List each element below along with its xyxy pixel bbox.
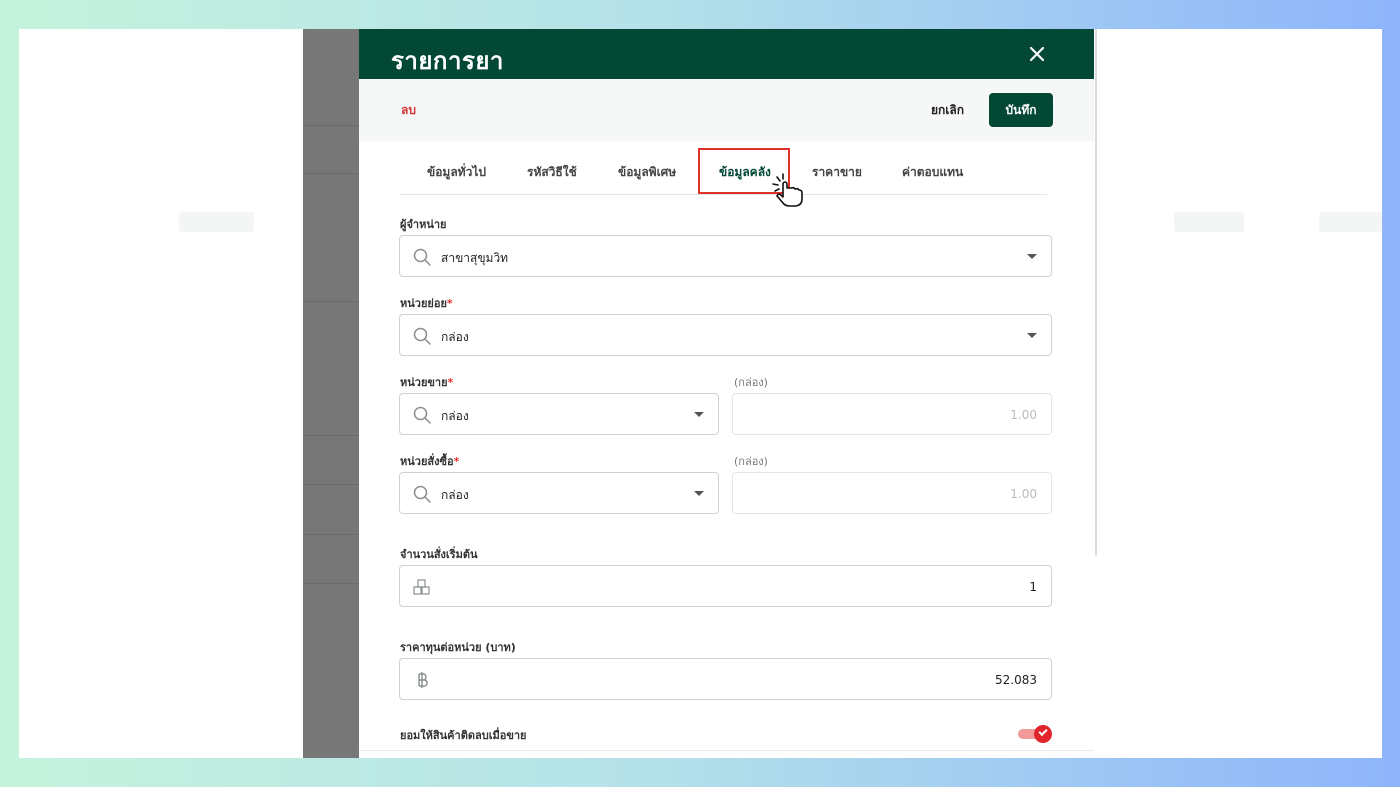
background-placeholder [1174, 212, 1244, 232]
order-unit-label: หน่วยสั่งซื้อ* [400, 455, 460, 468]
order-unit-ratio-input[interactable]: 1.00 [732, 472, 1052, 514]
sub-unit-value: กล่อง [441, 330, 469, 344]
screen-frame: รายการยา ลบ ยกเลิก บันทึก ข้อมูลทั่วไป ร… [19, 29, 1382, 758]
cancel-button[interactable]: ยกเลิก [931, 101, 964, 120]
background-placeholder [1319, 212, 1382, 232]
tab-bar: ข้อมูลทั่วไป รหัสวิธีใช้ ข้อมูลพิเศษ ข้อ… [399, 147, 1047, 195]
divider [359, 750, 1094, 751]
chevron-down-icon[interactable] [694, 412, 704, 417]
tab-general[interactable]: ข้อมูลทั่วไป [427, 163, 486, 182]
sale-unit-ratio-input[interactable]: 1.00 [732, 393, 1052, 435]
modal-header: รายการยา [359, 29, 1094, 79]
unit-cost-label: ราคาทุนต่อหน่วย (บาท) [400, 641, 516, 654]
distributor-label: ผู้จำหน่าย [400, 218, 447, 231]
search-icon [413, 485, 431, 503]
allow-negative-stock-label: ยอมให้สินค้าติดลบเมื่อขาย [400, 729, 527, 742]
initial-order-qty-label: จำนวนสั่งเริ่มต้น [400, 548, 478, 561]
baht-icon [418, 672, 428, 688]
boxes-icon [413, 579, 430, 595]
order-unit-ratio-value: 1.00 [1010, 487, 1037, 501]
tab-inventory[interactable]: ข้อมูลคลัง [719, 163, 771, 182]
sale-unit-value: กล่อง [441, 409, 469, 423]
search-icon [413, 406, 431, 424]
tab-selling-price[interactable]: ราคาขาย [812, 163, 862, 182]
medicine-modal: รายการยา ลบ ยกเลิก บันทึก ข้อมูลทั่วไป ร… [359, 29, 1094, 758]
delete-button[interactable]: ลบ [401, 101, 416, 120]
sale-unit-ratio-value: 1.00 [1010, 408, 1037, 422]
tab-special[interactable]: ข้อมูลพิเศษ [618, 163, 676, 182]
distributor-select[interactable]: สาขาสุขุมวิท [399, 235, 1052, 277]
sub-unit-label: หน่วยย่อย* [400, 297, 453, 310]
sale-unit-label: หน่วยขาย* [400, 376, 454, 389]
sub-unit-select[interactable]: กล่อง [399, 314, 1052, 356]
initial-order-qty-value: 1 [1029, 580, 1037, 594]
unit-cost-value: 52.083 [995, 673, 1037, 687]
distributor-value: สาขาสุขุมวิท [441, 251, 509, 265]
initial-order-qty-input[interactable]: 1 [399, 565, 1052, 607]
modal-scrollbar[interactable] [1095, 29, 1097, 556]
tab-compensation[interactable]: ค่าตอบแทน [902, 163, 963, 182]
search-icon [413, 248, 431, 266]
chevron-down-icon[interactable] [1027, 333, 1037, 338]
order-unit-ratio-label: (กล่อง) [734, 455, 768, 468]
sale-unit-ratio-label: (กล่อง) [734, 376, 768, 389]
sale-unit-select[interactable]: กล่อง [399, 393, 719, 435]
close-icon[interactable] [1024, 41, 1050, 67]
modal-title: รายการยา [391, 47, 504, 75]
modal-backdrop[interactable] [303, 29, 359, 758]
search-icon [413, 327, 431, 345]
unit-cost-input[interactable]: 52.083 [399, 658, 1052, 700]
order-unit-value: กล่อง [441, 488, 469, 502]
tab-usage-code[interactable]: รหัสวิธีใช้ [527, 163, 577, 182]
background-placeholder [179, 212, 254, 232]
allow-negative-stock-toggle[interactable] [1018, 725, 1052, 743]
chevron-down-icon[interactable] [694, 491, 704, 496]
action-bar: ลบ ยกเลิก บันทึก [359, 79, 1094, 141]
order-unit-select[interactable]: กล่อง [399, 472, 719, 514]
chevron-down-icon[interactable] [1027, 254, 1037, 259]
save-button[interactable]: บันทึก [989, 93, 1053, 127]
